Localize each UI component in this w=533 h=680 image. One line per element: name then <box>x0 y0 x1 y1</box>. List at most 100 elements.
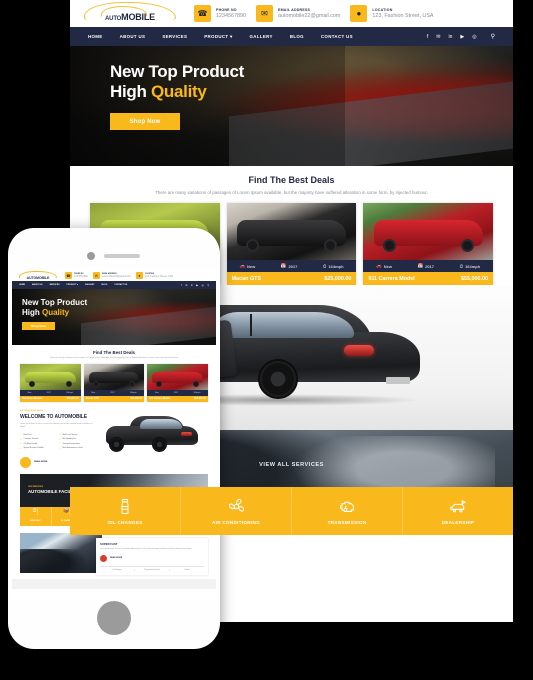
mobile-contact-location[interactable]: ● LOCATION 123, Fashion Street, USA <box>135 272 173 279</box>
main-navigation: HOME ABOUT US SERVICES PRODUCT ▾ GALLERY… <box>70 27 513 46</box>
engine-icon <box>340 501 354 512</box>
logo-suffix: MOBILE <box>121 11 155 22</box>
oil-bottle-icon <box>121 498 129 514</box>
search-icon[interactable]: ⚲ <box>491 33 495 40</box>
front-camera-icon <box>87 252 95 260</box>
facebook-icon[interactable]: f <box>427 34 428 40</box>
mobile-card-price: $55,000.00 <box>194 397 207 401</box>
mobile-contact-email[interactable]: ✉ EMAIL ADDRESS automobile22@gmail.com <box>92 272 131 279</box>
site-logo[interactable]: AUTOMOBILE <box>76 1 184 27</box>
mobile-deals-title: Find The Best Deals <box>93 350 135 355</box>
meta-condition: New <box>154 391 159 394</box>
meta-year: 2017 <box>110 391 115 394</box>
feature-item: ✓ Car Shop Facility <box>20 442 38 446</box>
linkedin-icon[interactable]: in <box>191 284 193 287</box>
mobile-superfast-section: SUPER FAST Lorem ipsum dolor sit amet, c… <box>20 532 208 575</box>
feature-item: ✓ Best Price <box>20 433 32 437</box>
hero-heading: New Top Product High Quality <box>110 62 513 102</box>
feature-item: ✓ Best Maintenance Center <box>59 446 83 450</box>
cta-circle-icon <box>100 554 107 562</box>
mobile-hero-line-2-plain: High <box>22 307 42 317</box>
nav-item-blog[interactable]: BLOG <box>290 34 304 39</box>
phone-screen: AUTOMOBILE ☎ PHONE NO 1234567890 ✉ EMAIL… <box>12 270 216 600</box>
mobile-card-title: 911 Carrera Model <box>149 397 170 401</box>
meta-condition: New <box>27 391 32 394</box>
service-label: OIL CHANGES <box>107 519 143 525</box>
mobile-nav-item-blog[interactable]: BLOG <box>101 284 107 286</box>
twitter-icon[interactable]: ✉ <box>185 284 187 287</box>
meta-year: 2017 <box>174 391 179 394</box>
shop-now-button[interactable]: Shop Now <box>110 113 180 130</box>
mobile-nav-item-contact-us[interactable]: CONTACT US <box>114 284 127 286</box>
mobile-deal-card[interactable]: New 2017 164mph Macan GTS $25,000.00 <box>83 363 145 403</box>
twitter-icon[interactable]: ✉ <box>436 34 440 40</box>
contact-email[interactable]: ✉ EMAIL ADDRESS automobile22@gmail.com <box>255 5 340 22</box>
meta-speed: 164mph <box>129 391 137 394</box>
superfast-cta-row[interactable]: READ MORE <box>100 554 204 562</box>
tab-transmission-service[interactable]: Transmission Service <box>135 569 170 571</box>
mobile-nav-item-home[interactable]: HOME <box>19 284 25 286</box>
nav-item-contact-us[interactable]: CONTACT US <box>321 34 353 39</box>
nav-item-product[interactable]: PRODUCT ▾ <box>204 34 232 40</box>
view-all-services-link[interactable]: VIEW ALL SERVICES <box>70 462 513 468</box>
welcome-feature-list: ✓ Best Price ✓ Multi Level Service ✓ Custom… <box>20 433 98 450</box>
service-oil-changes[interactable]: OIL CHANGES <box>70 487 181 535</box>
air-fan-icon <box>228 498 244 512</box>
car-image-carrera <box>147 363 209 390</box>
deal-card[interactable]: 🚗 New 📅 2017 ⏱ 164mph 911 Carrera Model $55… <box>363 203 494 285</box>
nav-item-gallery[interactable]: GALLERY <box>250 34 273 39</box>
mobile-black-sedan-image <box>102 410 208 462</box>
facebook-icon[interactable]: f <box>181 284 182 287</box>
nav-item-home[interactable]: HOME <box>88 34 103 39</box>
logo-prefix: AUTO <box>105 15 122 22</box>
welcome-title: WELCOME TO AUTOMOBILE <box>20 414 87 421</box>
feature-item: ✓ Customer Services <box>20 437 39 441</box>
meta-condition: 🚗New <box>239 263 256 269</box>
welcome-eyebrow: AUTOMOBILE SHOP <box>20 410 44 413</box>
mobile-deal-card[interactable]: New 2017 164mph Panamera Models $45,000.… <box>20 363 81 403</box>
mobile-nav-item-services[interactable]: SERVICES <box>49 284 59 286</box>
mobile-hero-banner: New Top Product High Quality Shop Now <box>12 289 216 345</box>
meta-speed: ⏱164mph <box>322 263 344 269</box>
linkedin-icon[interactable]: in <box>448 34 452 40</box>
instagram-icon[interactable]: ◎ <box>472 34 476 40</box>
mobile-logo-suffix: MOBILE <box>36 275 50 280</box>
feature-item: ✓ We Standing For <box>59 437 76 441</box>
nav-item-about-us[interactable]: ABOUT US <box>120 34 146 39</box>
meta-speed: 164mph <box>193 391 201 394</box>
service-transmission[interactable]: TRANSMISSION <box>292 487 403 535</box>
mobile-nav-item-about-us[interactable]: ABOUT US <box>32 284 42 286</box>
mobile-nav-item-product[interactable]: PRODUCT ▾ <box>67 284 78 286</box>
meta-speed: ⏱164mph <box>459 263 481 269</box>
map-pin-icon: ● <box>350 5 368 22</box>
phone-icon: ☎ <box>194 5 211 22</box>
instagram-icon[interactable]: ◎ <box>202 284 204 287</box>
car-image-carrera <box>363 203 494 260</box>
service-dealership[interactable]: DEALERSHIP <box>403 487 513 535</box>
mobile-deal-card[interactable]: New 2017 164mph 911 Carrera Model $55,00… <box>147 363 209 403</box>
service-air-conditioning[interactable]: AIR CONDITIONING <box>181 487 292 535</box>
youtube-icon[interactable]: ▶ <box>460 34 464 40</box>
home-button[interactable] <box>97 601 131 635</box>
deal-card[interactable]: 🚗 New 📅 2017 ⏱ 164mph Macan GTS $25,000.00 <box>226 203 357 285</box>
nav-item-services[interactable]: SERVICES <box>162 34 187 39</box>
envelope-icon: ✉ <box>92 272 100 279</box>
youtube-icon[interactable]: ▶ <box>196 284 198 287</box>
search-icon[interactable]: ⚲ <box>207 284 209 287</box>
mobile-email-value: automobile22@gmail.com <box>101 275 131 278</box>
facility-super-fast[interactable]: ⏱ SUPER FAST <box>20 506 52 526</box>
tab-details[interactable]: Details <box>170 569 204 571</box>
superfast-text: Lorem ipsum dolor sit amet, consectetur … <box>100 547 192 550</box>
phone-icon: ☎ <box>65 272 72 279</box>
contact-email-label: EMAIL ADDRESS <box>277 7 311 12</box>
dashboard-image <box>20 532 102 573</box>
contact-phone[interactable]: ☎ PHONE NO 1234567890 <box>194 5 246 22</box>
mobile-contact-phone[interactable]: ☎ PHONE NO 1234567890 <box>65 272 88 279</box>
mobile-nav-item-gallery[interactable]: GALLERY <box>85 284 94 286</box>
mobile-shop-now-button[interactable]: Shop Now <box>22 322 55 331</box>
tab-oil-changes[interactable]: Oil Changes <box>100 569 135 571</box>
mobile-site-logo[interactable]: AUTOMOBILE <box>16 270 60 281</box>
contact-location-value: 123, Fashion Street, USA <box>372 13 434 20</box>
contact-location[interactable]: ● LOCATION 123, Fashion Street, USA <box>350 5 434 22</box>
contact-phone-label: PHONE NO <box>216 7 237 12</box>
